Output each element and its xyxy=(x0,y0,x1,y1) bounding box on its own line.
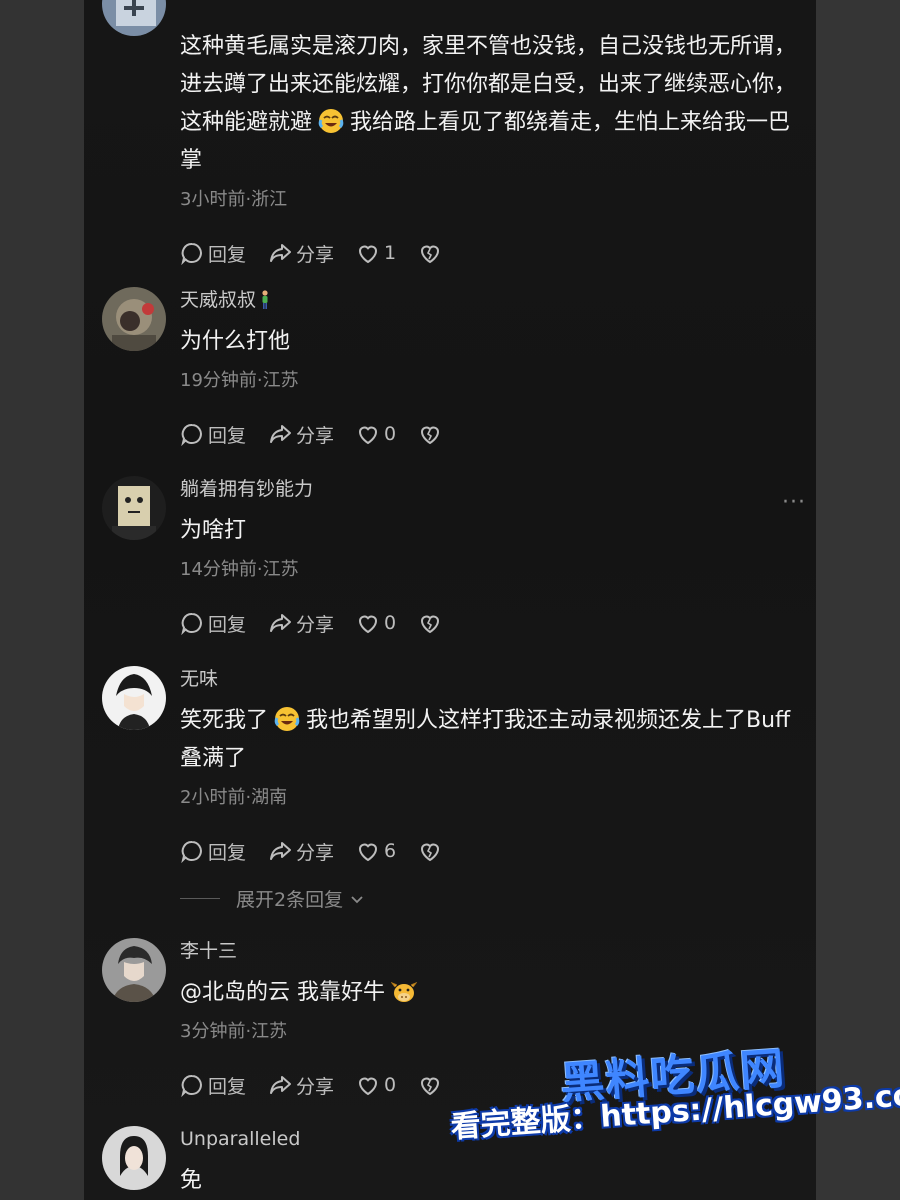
reply-icon xyxy=(181,1074,202,1097)
reply-icon xyxy=(181,242,202,265)
share-button[interactable]: 分享 xyxy=(268,240,334,267)
reply-button[interactable]: 回复 xyxy=(180,240,246,267)
like-button[interactable]: 1 xyxy=(356,241,396,265)
reply-button[interactable]: 回复 xyxy=(180,838,246,865)
share-icon xyxy=(270,614,292,632)
dislike-button[interactable] xyxy=(418,422,446,446)
crying-laughing-emoji xyxy=(274,707,300,731)
left-blur-panel xyxy=(0,0,84,1200)
like-count: 0 xyxy=(384,1074,397,1096)
share-button[interactable]: 分享 xyxy=(268,421,334,448)
broken-heart-icon xyxy=(421,426,440,445)
right-blur-panel xyxy=(816,0,900,1200)
like-count: 0 xyxy=(384,423,397,445)
username[interactable]: 无味 xyxy=(180,666,802,692)
broken-heart-icon xyxy=(421,843,440,862)
heart-icon xyxy=(359,245,378,264)
broken-heart-icon xyxy=(421,1077,440,1096)
divider xyxy=(180,898,220,899)
reply-icon xyxy=(181,423,202,446)
comment-text: 为什么打他 xyxy=(180,329,291,354)
reply-button[interactable]: 回复 xyxy=(180,610,246,637)
comment-actions: 回复 分享 0 xyxy=(180,608,802,638)
broken-heart-icon xyxy=(421,245,440,264)
reply-button[interactable]: 回复 xyxy=(180,421,246,448)
like-count: 6 xyxy=(384,840,397,862)
dislike-button[interactable] xyxy=(418,1073,446,1097)
heart-icon xyxy=(359,1077,378,1096)
reply-button[interactable]: 回复 xyxy=(180,1072,246,1099)
comment-text: 笑死我了 我也希望别人这样打我还主动录视频还发上了Buff叠满了 xyxy=(180,707,791,771)
like-count: 1 xyxy=(384,242,397,264)
comment-meta: 19分钟前·江苏 xyxy=(180,370,299,391)
like-button[interactable]: 6 xyxy=(356,839,396,863)
comment-meta: 14分钟前·江苏 xyxy=(180,559,299,580)
dislike-button[interactable] xyxy=(418,241,446,265)
avatar[interactable] xyxy=(102,0,166,36)
dislike-button[interactable] xyxy=(418,839,446,863)
avatar[interactable] xyxy=(102,1126,166,1190)
comment-meta: 3小时前·浙江 xyxy=(180,189,288,210)
cow-face-emoji xyxy=(391,982,417,1002)
share-icon xyxy=(270,244,292,262)
share-button[interactable]: 分享 xyxy=(268,610,334,637)
share-icon xyxy=(270,1076,292,1094)
reply-icon xyxy=(181,612,202,635)
reply-icon xyxy=(181,840,202,863)
share-icon xyxy=(270,842,292,860)
like-button[interactable]: 0 xyxy=(356,1073,396,1097)
comment-text: @北岛的云 我靠好牛 xyxy=(180,974,802,1012)
username[interactable]: 李十三 xyxy=(180,938,802,964)
more-options-button[interactable]: ··· xyxy=(782,490,806,515)
comment-actions: 回复 分享 0 xyxy=(180,419,802,449)
expand-replies-button[interactable]: 展开2条回复 xyxy=(180,885,367,912)
dislike-button[interactable] xyxy=(418,611,446,635)
crying-laughing-emoji xyxy=(318,109,344,133)
comment-text: 这种黄毛属实是滚刀肉，家里不管也没钱，自己没钱也无所谓，进去蹲了出来还能炫耀，打… xyxy=(180,34,797,173)
avatar[interactable] xyxy=(102,287,166,351)
person-standing-emoji xyxy=(262,290,268,309)
username[interactable]: 天威叔叔 xyxy=(180,287,802,313)
comment-feed[interactable]: 这种黄毛属实是滚刀肉，家里不管也没钱，自己没钱也无所谓，进去蹲了出来还能炫耀，打… xyxy=(84,0,816,1200)
comment-actions: 回复 分享 6 xyxy=(180,836,802,866)
share-button[interactable]: 分享 xyxy=(268,838,334,865)
comment-actions: 回复 分享 1 xyxy=(180,238,802,268)
heart-icon xyxy=(359,426,378,445)
avatar[interactable] xyxy=(102,476,166,540)
comment-meta: 2小时前·湖南 xyxy=(180,787,288,808)
comment-text: 免 xyxy=(180,1168,203,1193)
heart-icon xyxy=(359,843,378,862)
username[interactable]: 躺着拥有钞能力 xyxy=(180,476,802,502)
like-count: 0 xyxy=(384,612,397,634)
chevron-down-icon xyxy=(351,895,363,903)
broken-heart-icon xyxy=(421,615,440,634)
like-button[interactable]: 0 xyxy=(356,611,396,635)
avatar[interactable] xyxy=(102,938,166,1002)
comment-text: 为啥打 xyxy=(180,518,247,543)
share-button[interactable]: 分享 xyxy=(268,1072,334,1099)
share-icon xyxy=(270,425,292,443)
like-button[interactable]: 0 xyxy=(356,422,396,446)
heart-icon xyxy=(359,615,378,634)
avatar[interactable] xyxy=(102,666,166,730)
